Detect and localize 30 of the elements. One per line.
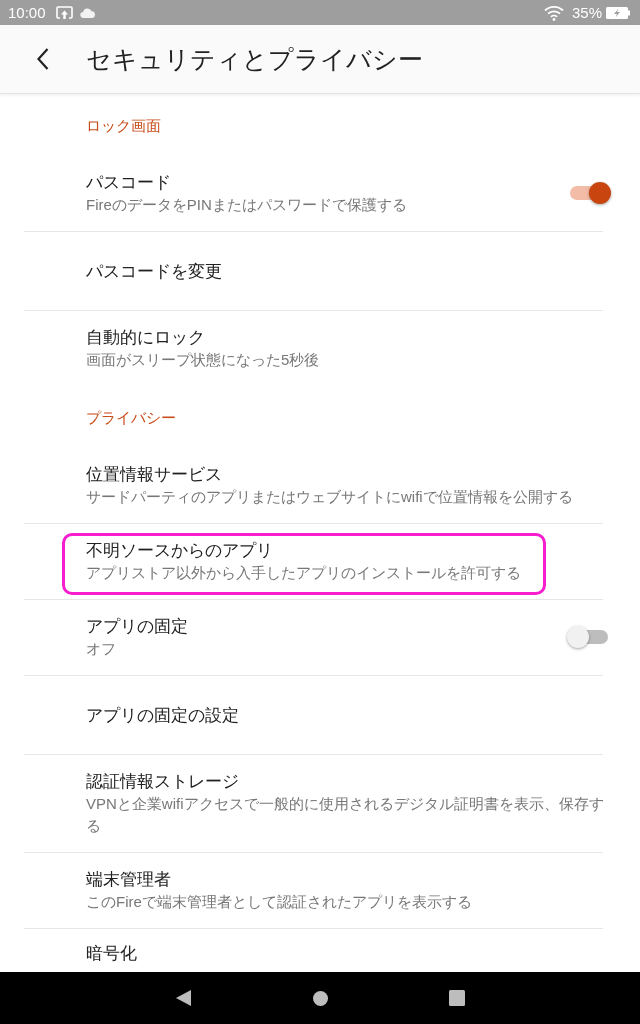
home-icon [312,990,328,1006]
setting-description: VPNと企業wifiアクセスで一般的に使用されるデジタル証明書を表示、保存する [86,794,605,836]
setting-title[interactable]: アプリの固定 [86,614,567,638]
setting-title[interactable]: 認証情報ストレージ [86,769,611,793]
upload-icon [55,5,73,20]
setting-title[interactable]: アプリの固定の設定 [86,703,611,727]
setting-title[interactable]: パスコード [86,170,567,194]
setting-title[interactable]: 位置情報サービス [86,462,611,486]
setting-title[interactable]: パスコードを変更 [86,259,611,283]
cloud-icon [79,7,95,18]
setting-title[interactable]: 不明ソースからのアプリ [86,538,611,562]
setting-description: オフ [86,639,117,659]
battery-percent: 35% [571,3,602,22]
setting-description: このFireで端末管理者として認証されたアプリを表示する [86,892,473,912]
setting-title[interactable]: 暗号化 [86,941,611,965]
back-icon [175,990,191,1006]
setting-title[interactable]: 自動的にロック [86,325,611,349]
battery-charging-icon [606,6,630,19]
page-title: セキュリティとプライバシー [86,44,423,75]
wifi-icon [543,4,564,21]
setting-description: アプリストア以外から入手したアプリのインストールを許可する [86,563,522,583]
setting-description: 画面がスリープ状態になった5秒後 [86,350,321,370]
recents-icon [449,990,465,1006]
chevron-left-icon [37,48,49,70]
section-header: プライバシー [86,408,177,428]
setting-description: FireのデータをPINまたはパスワードで保護する [86,195,408,215]
setting-description: サードパーティのアプリまたはウェブサイトにwifiで位置情報を公開する [86,487,574,507]
setting-title[interactable]: 端末管理者 [86,867,611,891]
status-time: 10:00 [8,3,46,22]
section-header: ロック画面 [86,116,162,136]
